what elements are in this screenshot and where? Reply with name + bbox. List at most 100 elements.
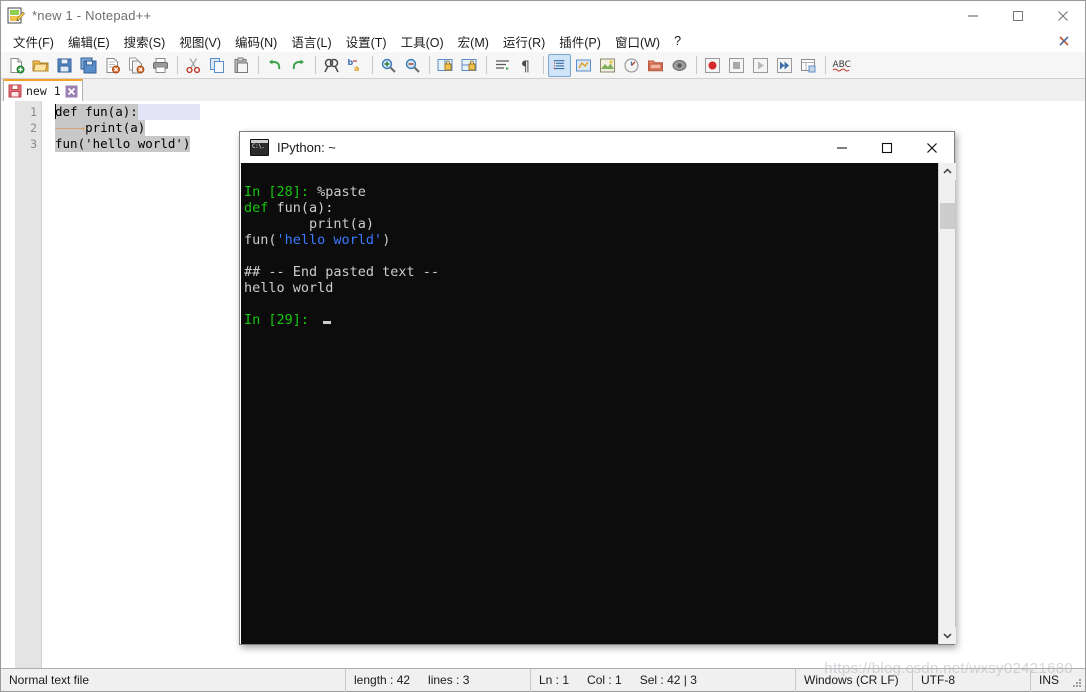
code-line-1: def fun(a): [55,104,1085,120]
code-line-1-text: def fun(a): [55,104,138,120]
scroll-down-arrow-icon[interactable] [939,627,956,644]
print-icon[interactable] [149,54,172,77]
record-macro-icon[interactable] [701,54,724,77]
svg-text:¶: ¶ [521,59,530,74]
console-prompt-colon-29: : [301,312,317,328]
tab-close-icon[interactable] [65,85,78,98]
cut-icon[interactable] [182,54,205,77]
paste-icon[interactable] [230,54,253,77]
undo-icon[interactable] [263,54,286,77]
function-list-icon[interactable] [620,54,643,77]
status-eol-format[interactable]: Windows (CR LF) [796,669,913,692]
sync-horizontal-scroll-icon[interactable] [458,54,481,77]
console-prompt-num-29: [29] [268,312,301,328]
fold-margin[interactable] [42,101,55,669]
toolbar-separator [258,56,259,74]
window-title: *new 1 - Notepad++ [32,8,151,23]
console-call-close: ) [382,232,390,248]
bookmark-margin[interactable] [1,101,16,669]
run-macro-multiple-icon[interactable] [773,54,796,77]
close-button[interactable] [1040,1,1085,30]
menu-window[interactable]: 窗口(W) [609,30,666,53]
sync-vertical-scroll-icon[interactable] [434,54,457,77]
indent-guide-icon[interactable] [548,54,571,77]
close-document-icon[interactable] [1053,30,1075,52]
console-command-paste: %paste [317,184,366,200]
line-number: 3 [16,136,41,152]
stop-recording-icon[interactable] [725,54,748,77]
code-line-2-text: print(a) [85,120,145,136]
ipython-console-window[interactable]: IPython: ~ In [28]: %paste def fun(a): [239,131,955,645]
console-cursor [323,321,331,324]
console-body-print: print(a) [244,216,374,232]
toolbar-separator [372,56,373,74]
code-line-3-text: fun('hello world') [55,136,190,152]
menu-search[interactable]: 搜索(S) [118,30,172,53]
console-output[interactable]: In [28]: %paste def fun(a): print(a) fun… [241,163,938,644]
tab-new-1[interactable]: new 1 [3,79,83,101]
menu-run[interactable]: 运行(R) [497,30,551,53]
menu-help[interactable]: ? [668,32,687,50]
monitoring-icon[interactable] [668,54,691,77]
menu-encoding[interactable]: 编码(N) [229,30,283,53]
folder-as-workspace-icon[interactable] [644,54,667,77]
user-defined-language-icon[interactable] [572,54,595,77]
status-ln: Ln : 1 [539,673,569,687]
console-minimize-button[interactable] [819,132,864,163]
save-macro-icon[interactable] [797,54,820,77]
show-doc-map-icon[interactable] [596,54,619,77]
close-file-icon[interactable] [101,54,124,77]
tab-bar: new 1 [1,79,1085,102]
resize-grip[interactable] [1071,677,1083,689]
close-all-icon[interactable] [125,54,148,77]
console-prompt-num-28: [28] [268,184,301,200]
scroll-up-arrow-icon[interactable] [939,163,956,180]
menu-settings[interactable]: 设置(T) [340,30,393,53]
play-macro-icon[interactable] [749,54,772,77]
open-file-icon[interactable] [29,54,52,77]
save-icon[interactable] [53,54,76,77]
redo-icon[interactable] [287,54,310,77]
console-body[interactable]: In [28]: %paste def fun(a): print(a) fun… [241,163,955,644]
menu-edit[interactable]: 编辑(E) [62,30,116,53]
scrollbar-thumb[interactable] [940,203,955,229]
show-all-characters-icon[interactable]: ¶ [515,54,538,77]
console-title-bar: IPython: ~ [240,132,954,163]
console-maximize-button[interactable] [864,132,909,163]
status-lines: lines : 3 [428,673,469,687]
word-wrap-icon[interactable] [491,54,514,77]
new-file-icon[interactable] [5,54,28,77]
toolbar-separator [543,56,544,74]
notepad-plus-plus-icon [7,7,25,25]
status-col: Col : 1 [587,673,622,687]
console-kw-def: def [244,200,268,216]
zoom-in-icon[interactable] [377,54,400,77]
svg-text:a: a [354,64,359,73]
maximize-button[interactable] [995,1,1040,30]
line-number: 1 [16,104,41,120]
save-all-icon[interactable] [77,54,100,77]
console-scrollbar[interactable] [938,163,955,644]
menu-file[interactable]: 文件(F) [7,30,60,53]
find-icon[interactable] [320,54,343,77]
line-number: 2 [16,120,41,136]
zoom-out-icon[interactable] [401,54,424,77]
minimize-button[interactable] [950,1,995,30]
menu-plugins[interactable]: 插件(P) [553,30,607,53]
copy-icon[interactable] [206,54,229,77]
console-call-open: fun( [244,232,277,248]
toolbar: b a [1,52,1085,79]
menu-view[interactable]: 视图(V) [173,30,227,53]
console-title: IPython: ~ [277,140,336,155]
spell-check-icon[interactable]: ABC [830,54,853,77]
menu-tools[interactable]: 工具(O) [395,30,450,53]
status-encoding[interactable]: UTF-8 [913,669,1031,692]
cmd-prompt-icon [250,139,269,156]
toolbar-separator [696,56,697,74]
console-close-button[interactable] [909,132,954,163]
replace-icon[interactable]: b a [344,54,367,77]
console-prompt-in-29: In [244,312,268,328]
menu-macro[interactable]: 宏(M) [452,30,495,53]
menu-language[interactable]: 语言(L) [285,30,337,53]
status-caret-info: Ln : 1 Col : 1 Sel : 42 | 3 [531,669,796,692]
